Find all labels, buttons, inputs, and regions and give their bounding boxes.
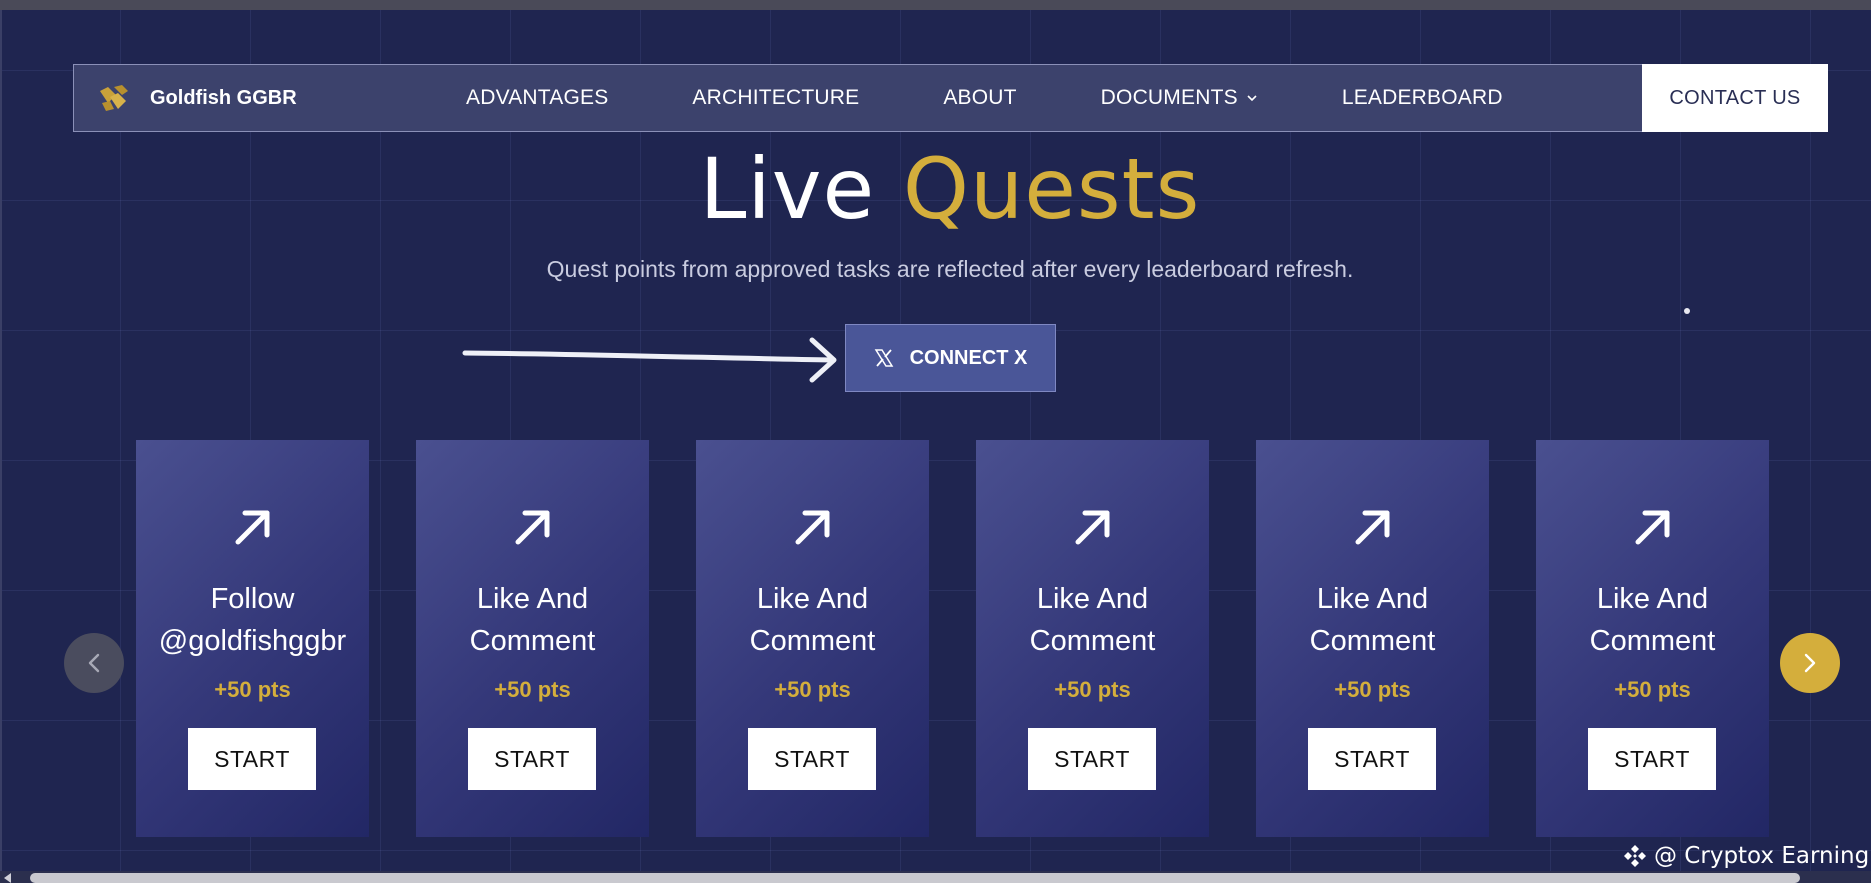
start-button[interactable]: START <box>468 728 596 790</box>
goldfish-logo-icon <box>100 85 128 111</box>
nav-about[interactable]: ABOUT <box>943 86 1016 110</box>
quest-title: Like And Comment <box>696 578 929 662</box>
quest-title: Like And Comment <box>1536 578 1769 662</box>
carousel-prev-button[interactable] <box>64 633 124 693</box>
title-live: Live <box>699 140 876 238</box>
quest-title-line2: Comment <box>749 625 876 657</box>
quest-points: +50 pts <box>494 677 571 702</box>
quest-title-line2: @goldfishggbr <box>158 625 347 657</box>
navbar: Goldfish GGBR ADVANTAGES ARCHITECTURE AB… <box>73 64 1828 132</box>
contact-us-button[interactable]: CONTACT US <box>1642 64 1828 132</box>
page: Goldfish GGBR ADVANTAGES ARCHITECTURE AB… <box>0 0 1871 883</box>
quest-points: +50 pts <box>1334 677 1411 702</box>
quest-title-line1: Like And <box>756 583 869 615</box>
title-quests: Quests <box>902 140 1201 238</box>
chevron-left-icon <box>88 653 100 673</box>
window-top-strip <box>0 0 1871 10</box>
chevron-right-icon <box>1804 653 1816 673</box>
nav-documents-label: DOCUMENTS <box>1100 86 1238 109</box>
quest-title-line2: Comment <box>1309 625 1436 657</box>
arrow-up-right-icon <box>1075 510 1110 545</box>
quest-title-line1: Like And <box>476 583 589 615</box>
annotation-arrow-icon <box>462 337 837 383</box>
decorative-dot <box>1684 308 1690 314</box>
nav-architecture[interactable]: ARCHITECTURE <box>692 86 859 110</box>
quest-card: Like And Comment +50 pts START <box>1256 440 1489 837</box>
arrow-up-right-icon <box>515 510 550 545</box>
quest-points: +50 pts <box>1614 677 1691 702</box>
quest-points: +50 pts <box>1054 677 1131 702</box>
page-subtitle: Quest points from approved tasks are ref… <box>546 256 1354 282</box>
quest-title-line2: Comment <box>1029 625 1156 657</box>
brand-name: Goldfish GGBR <box>150 86 297 109</box>
quest-title-line1: Follow <box>210 583 295 615</box>
start-button[interactable]: START <box>1028 728 1156 790</box>
quest-title: Follow @goldfishggbr <box>136 578 369 662</box>
quest-title-line1: Like And <box>1036 583 1149 615</box>
scrollbar-thumb[interactable] <box>30 873 1800 883</box>
quest-title: Like And Comment <box>976 578 1209 662</box>
quest-title-line2: Comment <box>469 625 596 657</box>
nav-leaderboard[interactable]: LEADERBOARD <box>1342 86 1503 110</box>
quest-title-line1: Like And <box>1596 583 1709 615</box>
carousel-next-button[interactable] <box>1780 633 1840 693</box>
quest-points: +50 pts <box>774 677 851 702</box>
start-button[interactable]: START <box>748 728 876 790</box>
watermark-text: @ Cryptox Earning <box>1654 843 1870 869</box>
start-button[interactable]: START <box>188 728 316 790</box>
quest-card: Like And Comment +50 pts START <box>416 440 649 837</box>
binance-logo-icon <box>1624 845 1646 867</box>
nav-documents[interactable]: DOCUMENTS <box>1101 86 1258 110</box>
arrow-up-right-icon <box>1355 510 1390 545</box>
arrow-up-right-icon <box>1635 510 1670 545</box>
quest-title: Like And Comment <box>416 578 649 662</box>
x-logo-icon <box>874 349 893 367</box>
connect-x-button[interactable]: CONNECT X <box>845 324 1056 392</box>
quest-points: +50 pts <box>214 677 291 702</box>
connect-x-label: CONNECT X <box>909 346 1028 369</box>
quest-title: Like And Comment <box>1256 578 1489 662</box>
watermark: @ Cryptox Earning <box>1622 843 1869 869</box>
scroll-left-arrow-icon[interactable] <box>4 873 11 883</box>
arrow-up-right-icon <box>795 510 830 545</box>
nav-advantages[interactable]: ADVANTAGES <box>466 86 608 110</box>
brand[interactable]: Goldfish GGBR <box>96 83 416 113</box>
quest-title-line1: Like And <box>1316 583 1429 615</box>
arrow-up-right-icon <box>235 510 270 545</box>
quest-title-line2: Comment <box>1589 625 1716 657</box>
chevron-down-icon <box>1247 95 1257 102</box>
start-button[interactable]: START <box>1588 728 1716 790</box>
page-title: Live Quests <box>0 140 1871 238</box>
start-button[interactable]: START <box>1308 728 1436 790</box>
quest-card: Follow @goldfishggbr +50 pts START <box>136 440 369 837</box>
quest-card: Like And Comment +50 pts START <box>1536 440 1769 837</box>
quest-card: Like And Comment +50 pts START <box>696 440 929 837</box>
quest-card: Like And Comment +50 pts START <box>976 440 1209 837</box>
nav-links: ADVANTAGES ARCHITECTURE ABOUT DOCUMENTS … <box>416 86 1642 110</box>
